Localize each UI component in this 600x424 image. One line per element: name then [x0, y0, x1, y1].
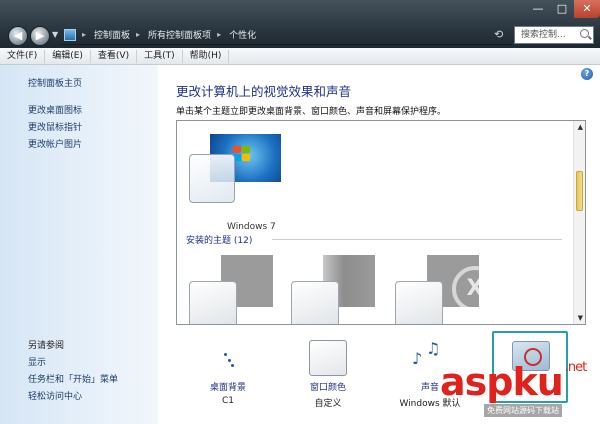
option-label: 窗口颜色	[309, 383, 346, 393]
address-bar[interactable]: ▸ 控制面板 ▸ 所有控制面板项 ▸ 个性化	[60, 25, 512, 45]
watermark-logo: aspku .net	[440, 360, 587, 404]
close-button[interactable]: ✕	[574, 0, 600, 18]
menu-view[interactable]: 查看(V)	[91, 49, 138, 63]
window-glass-preview	[189, 154, 235, 203]
help-icon[interactable]: ?	[581, 68, 593, 80]
window-glass-preview	[189, 281, 237, 324]
see-also-heading: 另请参阅	[28, 341, 65, 351]
theme-name: Windows 7	[227, 222, 276, 232]
title-bar: — □ ✕ ◀ ▶ ▼ ▸ 控制面板 ▸ 所有控制面板项 ▸ 个性化 ⟲ 搜索控…	[0, 0, 600, 48]
minimize-button[interactable]: —	[526, 0, 550, 18]
sidebar-link-mouse-pointers[interactable]: 更改鼠标指针	[28, 120, 82, 133]
breadcrumb-item[interactable]: 个性化	[229, 28, 256, 41]
desktop-background-option[interactable]: 桌面背景 C1	[180, 335, 276, 421]
sidebar-home-link[interactable]: 控制面板主页	[28, 76, 82, 89]
back-arrow-icon[interactable]: ◀	[8, 26, 28, 46]
control-panel-icon	[64, 28, 76, 41]
personalization-window: — □ ✕ ◀ ▶ ▼ ▸ 控制面板 ▸ 所有控制面板项 ▸ 个性化 ⟲ 搜索控…	[0, 0, 600, 424]
option-value: C1	[221, 396, 234, 406]
window-glass-preview	[395, 281, 443, 324]
page-title: 更改计算机上的视觉效果和声音	[176, 84, 352, 99]
menu-tools[interactable]: 工具(T)	[137, 49, 183, 63]
installed-themes-heading: 安装的主题 (12)	[186, 236, 253, 246]
sidebar-link-account-picture[interactable]: 更改帐户图片	[28, 137, 82, 150]
see-also-taskbar[interactable]: 任务栏和「开始」菜单	[28, 372, 118, 385]
see-also-display[interactable]: 显示	[28, 355, 46, 368]
menu-help[interactable]: 帮助(H)	[183, 49, 230, 63]
window-color-option[interactable]: 窗口颜色 自定义	[280, 335, 376, 421]
chevron-right-icon: ▸	[217, 30, 222, 39]
divider	[272, 239, 562, 240]
search-placeholder: 搜索控制...	[521, 30, 566, 40]
vertical-scrollbar[interactable]: ▲ ▼	[573, 121, 585, 324]
forward-arrow-icon[interactable]: ▶	[30, 26, 50, 46]
window-glass-preview	[291, 281, 339, 324]
chevron-right-icon: ▸	[82, 30, 87, 39]
windows-logo-icon	[233, 146, 251, 162]
site-watermark: aspku .net 免费网站源码下载站	[440, 360, 600, 424]
search-icon[interactable]	[580, 29, 589, 38]
menu-edit[interactable]: 编辑(E)	[45, 49, 91, 63]
search-input[interactable]: 搜索控制...	[514, 26, 594, 44]
sidebar: 控制面板主页 更改桌面图标 更改鼠标指针 更改帐户图片 另请参阅 显示 任务栏和…	[0, 65, 158, 424]
history-dropdown-icon[interactable]: ▼	[52, 30, 58, 39]
refresh-icon[interactable]: ⟲	[494, 28, 503, 41]
see-also-ease-of-access[interactable]: 轻松访问中心	[28, 389, 82, 402]
page-subtitle: 单击某个主题立即更改桌面背景、窗口颜色、声音和屏幕保护程序。	[176, 107, 447, 117]
maximize-button[interactable]: □	[550, 0, 574, 18]
scroll-up-icon[interactable]: ▲	[578, 123, 583, 131]
option-label: 桌面背景	[209, 383, 246, 393]
desktop-background-icon	[224, 353, 234, 367]
theme-list[interactable]: Windows 7 安装的主题 (12) X ▲ ▼	[176, 120, 586, 325]
breadcrumb-item[interactable]: 所有控制面板项	[148, 28, 211, 41]
watermark-x-logo: X	[452, 266, 498, 312]
installed-theme-tile[interactable]	[291, 255, 377, 324]
theme-windows7[interactable]: Windows 7	[189, 134, 281, 232]
window-color-swatch-icon	[309, 340, 347, 376]
scroll-thumb[interactable]	[576, 171, 583, 211]
breadcrumb-item[interactable]: 控制面板	[94, 28, 130, 41]
sidebar-link-desktop-icons[interactable]: 更改桌面图标	[28, 103, 82, 116]
option-value: 自定义	[314, 399, 342, 409]
chevron-right-icon: ▸	[136, 30, 141, 39]
menu-file[interactable]: 文件(F)	[0, 49, 46, 63]
installed-theme-tile[interactable]	[189, 255, 275, 324]
menu-bar: 文件(F) 编辑(E) 查看(V) 工具(T) 帮助(H)	[0, 48, 600, 65]
scroll-down-icon[interactable]: ▼	[578, 314, 583, 322]
watermark-tagline: 免费网站源码下载站	[484, 404, 562, 417]
